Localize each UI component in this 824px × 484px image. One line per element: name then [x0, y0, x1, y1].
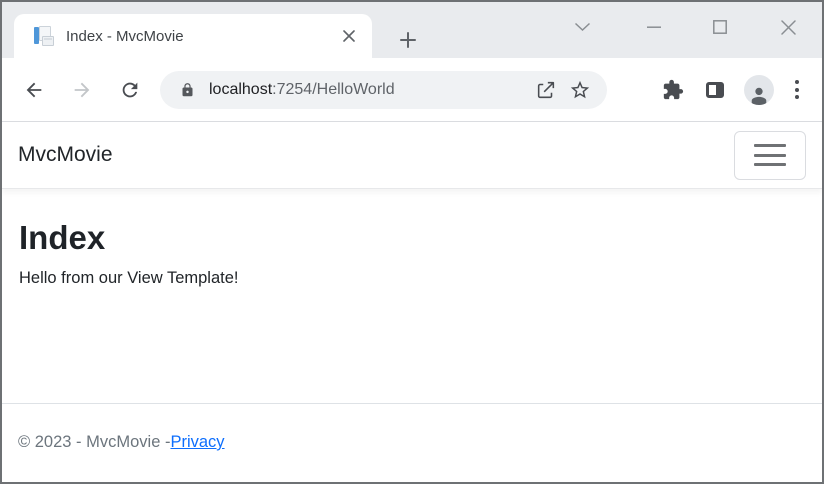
site-navbar: MvcMovie: [2, 122, 822, 189]
browser-toolbar: localhost:7254/HelloWorld: [2, 58, 822, 122]
tab-close-icon[interactable]: [338, 25, 360, 47]
copyright-text: © 2023 - MvcMovie -: [18, 433, 170, 452]
url-host: localhost: [209, 81, 272, 98]
main-content: Index Hello from our View Template!: [2, 189, 822, 288]
profile-avatar[interactable]: [744, 75, 774, 105]
share-icon[interactable]: [529, 73, 563, 107]
navbar-toggler-button[interactable]: [734, 131, 806, 180]
back-icon[interactable]: [14, 70, 54, 110]
page-message: Hello from our View Template!: [19, 269, 805, 288]
browser-tab[interactable]: Index - MvcMovie: [14, 14, 372, 58]
reload-icon[interactable]: [110, 70, 150, 110]
tab-title: Index - MvcMovie: [66, 28, 338, 45]
toolbar-right-icons: [644, 73, 808, 107]
browser-window: Index - MvcMovie: [0, 0, 824, 484]
browser-menu-icon[interactable]: [786, 78, 808, 102]
url-path: :7254/HelloWorld: [272, 81, 394, 98]
page-title: Index: [19, 219, 805, 257]
tab-search-chevron-icon[interactable]: [569, 16, 595, 38]
url-text: localhost:7254/HelloWorld: [209, 81, 529, 99]
navbar-brand-link[interactable]: MvcMovie: [18, 143, 113, 167]
address-bar[interactable]: localhost:7254/HelloWorld: [160, 71, 607, 109]
tab-strip: Index - MvcMovie: [2, 2, 822, 58]
web-page: MvcMovie Index Hello from our View Templ…: [2, 122, 822, 481]
bookmark-star-icon[interactable]: [563, 73, 597, 107]
side-panel-icon[interactable]: [698, 73, 732, 107]
forward-icon[interactable]: [62, 70, 102, 110]
hamburger-icon: [754, 144, 786, 147]
privacy-link[interactable]: Privacy: [170, 433, 224, 452]
window-minimize-button[interactable]: [641, 16, 667, 38]
window-maximize-button[interactable]: [707, 16, 733, 38]
favicon-document-icon: [34, 26, 54, 46]
new-tab-button[interactable]: [394, 26, 422, 54]
window-close-button[interactable]: [775, 16, 801, 38]
lock-icon[interactable]: [180, 82, 195, 98]
site-footer: © 2023 - MvcMovie - Privacy: [2, 403, 822, 481]
extensions-puzzle-icon[interactable]: [656, 73, 690, 107]
